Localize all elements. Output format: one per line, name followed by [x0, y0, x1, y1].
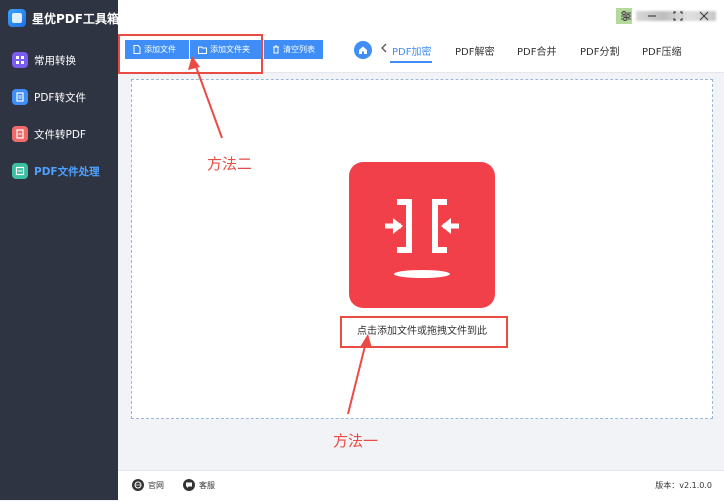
pdf-process-icon — [12, 163, 28, 179]
file-to-pdf-icon — [12, 126, 28, 142]
active-tab-indicator — [390, 61, 432, 63]
support-label: 客服 — [199, 480, 215, 490]
sliders-icon — [621, 11, 631, 21]
grid-icon — [12, 52, 28, 68]
settings-button[interactable] — [616, 6, 636, 26]
chat-icon — [183, 479, 195, 491]
minimize-icon — [648, 15, 656, 17]
sidebar-item-label: 文件转PDF — [34, 128, 86, 141]
tab-pdf-encrypt[interactable]: PDF加密 — [392, 43, 431, 58]
sidebar-item-label: PDF转文件 — [34, 91, 86, 104]
globe-icon — [132, 479, 144, 491]
close-icon — [699, 11, 709, 21]
app-brand: 星优PDF工具箱 — [8, 6, 119, 30]
sidebar: 星优PDF工具箱 常用转换 PDF转文件 文件转PDF PDF文件处理 — [0, 0, 119, 500]
sidebar-item-pdf-process[interactable]: PDF文件处理 — [0, 153, 118, 189]
tab-scroll-left-button[interactable] — [380, 42, 388, 56]
clear-list-button[interactable]: 清空列表 — [264, 40, 323, 59]
sidebar-item-file-to-pdf[interactable]: 文件转PDF — [0, 116, 118, 152]
sidebar-item-pdf-to-file[interactable]: PDF转文件 — [0, 79, 118, 115]
tab-pdf-split[interactable]: PDF分割 — [580, 43, 619, 58]
footer: 官网 客服 版本：v2.1.0.0 — [118, 470, 724, 501]
website-label: 官网 — [148, 480, 164, 490]
title-bar — [118, 0, 724, 32]
website-link[interactable]: 官网 — [132, 479, 164, 491]
app-title: 星优PDF工具箱 — [32, 11, 119, 26]
minimize-button[interactable] — [642, 6, 662, 26]
pdf-to-file-icon — [12, 89, 28, 105]
home-button[interactable] — [354, 41, 372, 59]
chevron-left-icon — [381, 43, 387, 53]
trash-icon — [273, 45, 279, 54]
maximize-button[interactable] — [668, 6, 688, 26]
sidebar-item-label: 常用转换 — [34, 54, 76, 67]
annotation-method-two: 方法二 — [207, 155, 253, 173]
tab-pdf-decrypt[interactable]: PDF解密 — [455, 43, 494, 58]
drop-files-icon — [349, 162, 495, 308]
file-dropzone[interactable]: 点击添加文件或拖拽文件到此 — [131, 79, 713, 419]
sidebar-nav: 常用转换 PDF转文件 文件转PDF PDF文件处理 — [0, 42, 118, 190]
version-label: 版本：v2.1.0.0 — [655, 481, 712, 490]
app-logo-icon — [8, 9, 26, 27]
sidebar-item-common-convert[interactable]: 常用转换 — [0, 42, 118, 78]
tab-pdf-compress[interactable]: PDF压缩 — [642, 43, 681, 58]
close-button[interactable] — [694, 6, 714, 26]
home-icon — [359, 46, 367, 54]
tab-pdf-merge[interactable]: PDF合并 — [517, 43, 556, 58]
sidebar-item-label: PDF文件处理 — [34, 165, 100, 178]
clear-list-label: 清空列表 — [283, 45, 315, 54]
annotation-method-one: 方法一 — [333, 432, 379, 450]
annotation-box-method-one — [340, 316, 508, 348]
support-link[interactable]: 客服 — [183, 479, 215, 491]
annotation-box-method-two — [118, 34, 263, 74]
maximize-icon — [673, 11, 683, 21]
